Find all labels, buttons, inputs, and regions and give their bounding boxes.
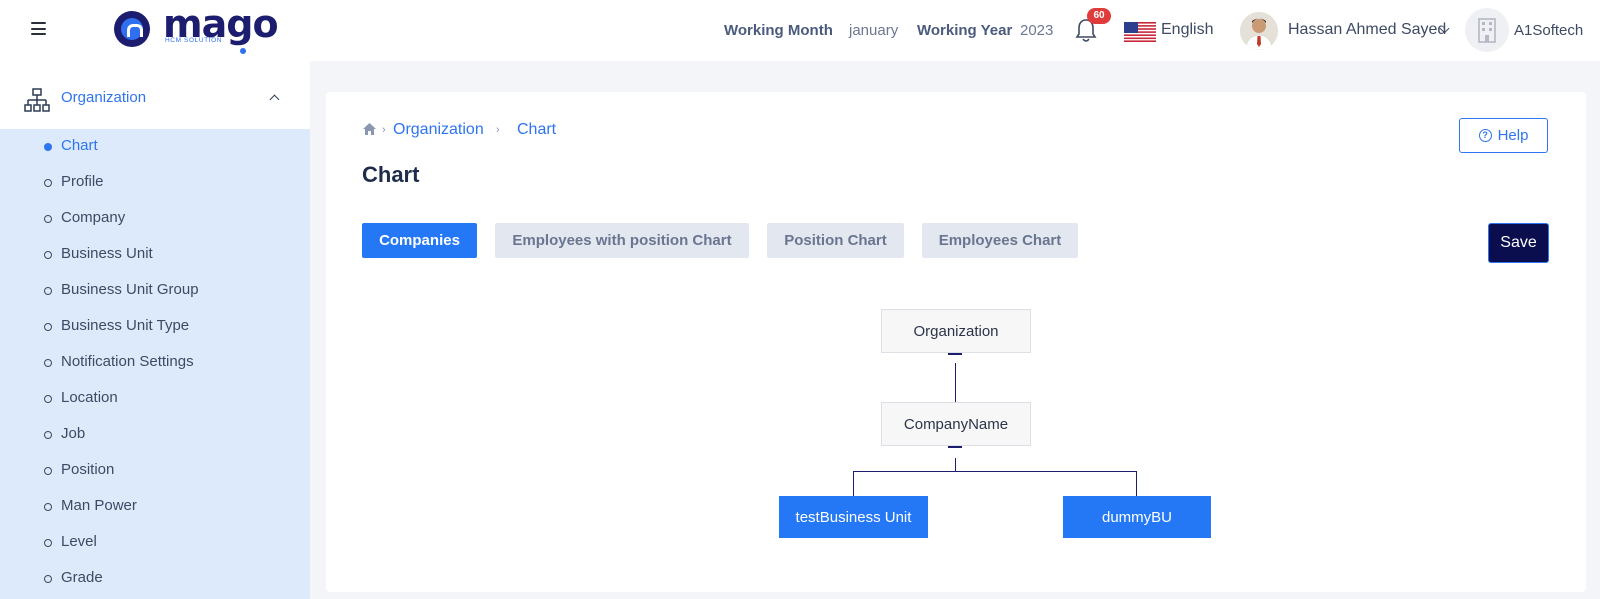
sidebar-item-profile[interactable]: Profile bbox=[0, 165, 310, 199]
connector-line bbox=[1136, 471, 1137, 496]
logo-icon bbox=[114, 11, 150, 47]
breadcrumb-separator-icon: › bbox=[496, 124, 500, 136]
sidebar-item-business-unit-group[interactable]: Business Unit Group bbox=[0, 273, 310, 307]
sidebar-item-label: Job bbox=[61, 425, 86, 442]
page-title: Chart bbox=[362, 162, 420, 187]
working-month-label: Working Month bbox=[724, 22, 833, 39]
sidebar-item-job[interactable]: Job bbox=[0, 417, 310, 451]
notification-badge[interactable]: 60 bbox=[1087, 8, 1111, 24]
working-year-value: 2023 bbox=[1020, 22, 1054, 39]
bullet-icon bbox=[44, 287, 52, 295]
sidebar-item-notification-settings[interactable]: Notification Settings bbox=[0, 345, 310, 379]
org-chart-icon bbox=[24, 88, 50, 112]
company-name[interactable]: A1Softech bbox=[1514, 22, 1583, 39]
logo-subtitle: HCM SOLUTION bbox=[165, 37, 223, 44]
bullet-icon bbox=[44, 251, 52, 259]
sidebar: Organization Chart Profile Company Busin… bbox=[0, 61, 310, 599]
home-icon[interactable] bbox=[363, 123, 376, 135]
sidebar-item-label: Chart bbox=[61, 137, 98, 154]
menu-toggle-icon[interactable] bbox=[31, 22, 46, 35]
working-month-value: january bbox=[849, 22, 899, 39]
sidebar-item-label: Grade bbox=[61, 569, 103, 586]
sidebar-item-label: Man Power bbox=[61, 497, 137, 514]
connector-line bbox=[955, 458, 956, 471]
help-button[interactable]: ? Help bbox=[1459, 118, 1548, 153]
tab-employees-chart[interactable]: Employees Chart bbox=[922, 223, 1078, 258]
help-circle-icon: ? bbox=[1478, 129, 1492, 142]
company-logo-icon[interactable] bbox=[1465, 8, 1509, 52]
bullet-icon bbox=[44, 179, 52, 187]
top-bar: mago HCM SOLUTION Working Month january … bbox=[0, 0, 1600, 61]
connector-line bbox=[853, 471, 854, 496]
bullet-icon bbox=[44, 575, 52, 583]
sidebar-item-label: Company bbox=[61, 209, 126, 226]
sidebar-item-man-power[interactable]: Man Power bbox=[0, 489, 310, 523]
user-avatar[interactable] bbox=[1240, 12, 1278, 50]
sidebar-item-label: Business Unit bbox=[61, 245, 153, 262]
bullet-icon bbox=[44, 143, 52, 151]
breadcrumb-separator-icon: › bbox=[382, 124, 386, 136]
sidebar-item-location[interactable]: Location bbox=[0, 381, 310, 415]
us-flag-icon[interactable] bbox=[1124, 22, 1156, 42]
sidebar-item-grade[interactable]: Grade bbox=[0, 561, 310, 595]
logo-dot bbox=[240, 48, 246, 54]
breadcrumb-organization[interactable]: Organization bbox=[393, 121, 484, 139]
user-name[interactable]: Hassan Ahmed Sayed bbox=[1288, 21, 1446, 39]
sidebar-item-label: Business Unit Group bbox=[61, 281, 199, 298]
working-year-label: Working Year bbox=[917, 22, 1013, 39]
sidebar-item-position[interactable]: Position bbox=[0, 453, 310, 487]
sidebar-item-label: Location bbox=[61, 389, 118, 406]
save-button[interactable]: Save bbox=[1488, 223, 1549, 263]
bullet-icon bbox=[44, 359, 52, 367]
connector-line bbox=[955, 363, 956, 402]
tab-position-chart[interactable]: Position Chart bbox=[767, 223, 904, 258]
sidebar-item-label: Position bbox=[61, 461, 115, 478]
sidebar-item-company[interactable]: Company bbox=[0, 201, 310, 235]
sidebar-item-business-unit[interactable]: Business Unit bbox=[0, 237, 310, 271]
collapse-icon[interactable] bbox=[948, 446, 962, 448]
bullet-icon bbox=[44, 503, 52, 511]
sidebar-section-label: Organization bbox=[61, 89, 147, 106]
sidebar-list: Chart Profile Company Business Unit Busi… bbox=[0, 129, 310, 599]
bullet-icon bbox=[44, 323, 52, 331]
bullet-icon bbox=[44, 431, 52, 439]
sidebar-section-organization[interactable]: Organization bbox=[0, 61, 310, 129]
org-node-unit-dummy[interactable]: dummyBU bbox=[1063, 496, 1211, 538]
collapse-icon[interactable] bbox=[948, 353, 962, 355]
tab-employees-with-position-chart[interactable]: Employees with position Chart bbox=[495, 223, 749, 258]
sidebar-item-level[interactable]: Level bbox=[0, 525, 310, 559]
org-node-root[interactable]: Organization bbox=[881, 309, 1031, 353]
org-node-company[interactable]: CompanyName bbox=[881, 402, 1031, 446]
sidebar-item-label: Business Unit Type bbox=[61, 317, 190, 334]
help-button-label: Help bbox=[1497, 127, 1529, 144]
connector-line bbox=[853, 471, 1136, 472]
sidebar-item-label: Notification Settings bbox=[61, 353, 194, 370]
sidebar-item-chart[interactable]: Chart bbox=[0, 129, 310, 163]
breadcrumb-chart[interactable]: Chart bbox=[517, 121, 556, 139]
bullet-icon bbox=[44, 539, 52, 547]
sidebar-item-label: Level bbox=[61, 533, 97, 550]
sidebar-item-label: Profile bbox=[61, 173, 104, 190]
bullet-icon bbox=[44, 215, 52, 223]
bullet-icon bbox=[44, 395, 52, 403]
org-node-unit-test[interactable]: testBusiness Unit bbox=[779, 496, 928, 538]
language-selector[interactable]: English bbox=[1161, 21, 1213, 39]
tab-companies[interactable]: Companies bbox=[362, 223, 477, 258]
sidebar-item-business-unit-type[interactable]: Business Unit Type bbox=[0, 309, 310, 343]
chevron-up-icon[interactable] bbox=[269, 94, 280, 105]
bullet-icon bbox=[44, 467, 52, 475]
